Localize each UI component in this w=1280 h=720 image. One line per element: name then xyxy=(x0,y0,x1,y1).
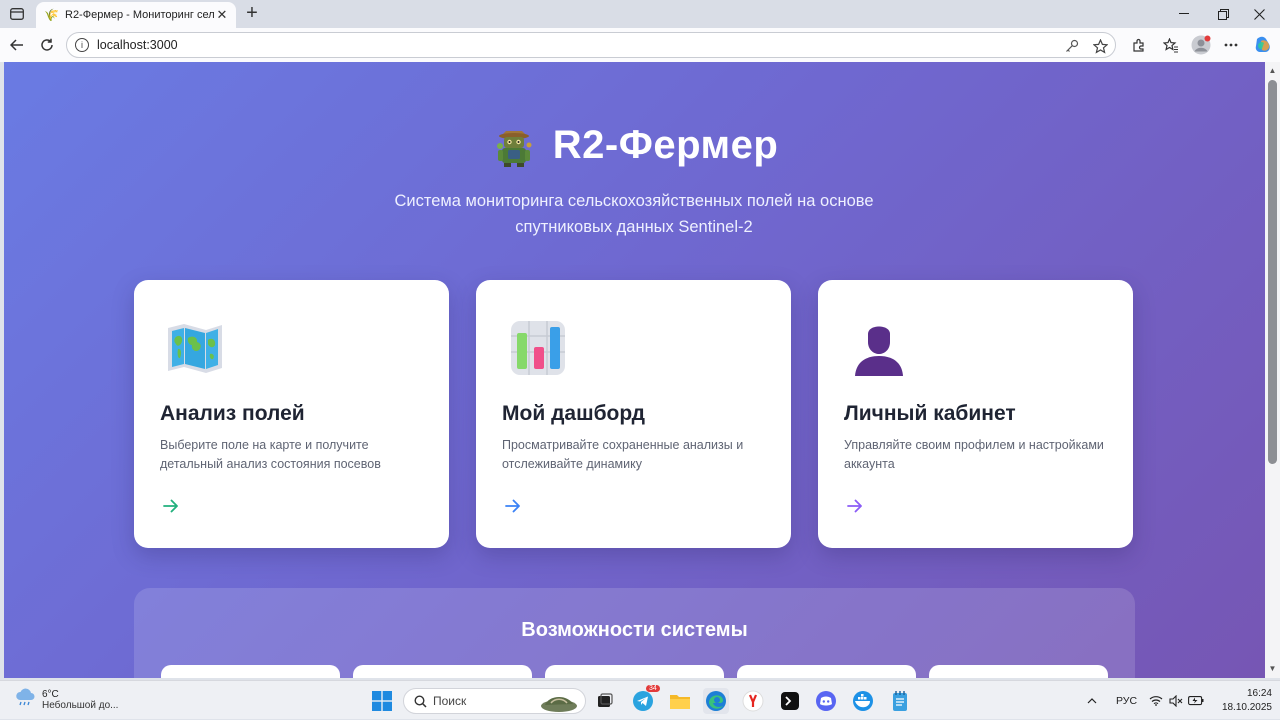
page-title: R2-Фермер xyxy=(552,122,779,167)
url-text[interactable]: localhost:3000 xyxy=(97,38,178,52)
terminal-app-icon[interactable] xyxy=(777,688,803,714)
card-description: Выберите поле на карте и получите деталь… xyxy=(160,436,430,474)
hero-header: R2-Фермер xyxy=(4,122,1265,168)
card-description: Просматривайте сохраненные анализы и отс… xyxy=(502,436,772,474)
scroll-down-arrow-icon[interactable]: ▼ xyxy=(1268,664,1277,673)
card-title: Личный кабинет xyxy=(844,402,1016,425)
minimize-button[interactable] xyxy=(1165,0,1203,28)
subtitle-line-1: Система мониторинга сельскохозяйственных… xyxy=(394,192,874,210)
task-view-icon[interactable] xyxy=(592,688,618,714)
feature-card xyxy=(545,665,724,678)
weather-widget[interactable]: 6°C Небольшой до... xyxy=(14,687,118,712)
browser-tabstrip: 🌾 R2-Фермер - Мониторинг сельс ✕ + xyxy=(0,0,1280,28)
reload-button[interactable] xyxy=(36,34,58,56)
telegram-unread-badge: 34 xyxy=(646,685,660,692)
farmer-robot-logo-icon xyxy=(491,122,537,168)
feature-card xyxy=(161,665,340,678)
card-description: Управляйте своим профилем и настройками … xyxy=(844,436,1114,474)
taskbar-search[interactable]: Поиск xyxy=(403,688,586,714)
card-description-line-1: Управляйте своим профилем и настройками xyxy=(844,438,1104,452)
more-menu-icon[interactable] xyxy=(1220,34,1242,56)
tab-close-icon[interactable]: ✕ xyxy=(214,7,230,23)
input-language[interactable]: РУС xyxy=(1116,681,1137,720)
edge-browser-icon[interactable] xyxy=(703,688,729,714)
cloud-rain-icon xyxy=(14,687,36,712)
user-silhouette-icon xyxy=(848,316,910,378)
features-title: Возможности системы xyxy=(521,619,748,641)
page-subtitle: Система мониторинга сельскохозяйственных… xyxy=(364,188,904,240)
telegram-icon[interactable]: 34 xyxy=(630,685,660,714)
card-description-line-1: Выберите поле на карте и получите xyxy=(160,438,369,452)
card-description-line-2: детальный анализ состояния посевов xyxy=(160,457,381,471)
card-title: Мой дашборд xyxy=(502,402,646,425)
feature-card xyxy=(929,665,1108,678)
arrow-right-icon[interactable] xyxy=(504,498,522,514)
scroll-up-arrow-icon[interactable]: ▲ xyxy=(1268,66,1277,75)
features-section: Возможности системы xyxy=(134,588,1135,678)
arrow-right-icon[interactable] xyxy=(846,498,864,514)
scrollbar-thumb[interactable] xyxy=(1268,80,1277,464)
key-icon[interactable] xyxy=(1065,39,1079,53)
tab-title: R2-Фермер - Мониторинг сельс xyxy=(65,9,214,21)
card-description-line-2: аккаунта xyxy=(844,457,895,471)
card-description-line-1: Просматривайте сохраненные анализы и xyxy=(502,438,744,452)
discord-icon[interactable] xyxy=(813,688,839,714)
card-personal-account[interactable]: Личный кабинет Управляйте своим профилем… xyxy=(818,280,1133,548)
page-scrollbar[interactable]: ▲ ▼ xyxy=(1265,62,1280,678)
site-info-icon[interactable]: i xyxy=(75,38,89,52)
weather-temperature: 6°C xyxy=(42,688,59,700)
file-explorer-icon[interactable] xyxy=(667,688,693,714)
volume-muted-icon[interactable] xyxy=(1169,681,1183,720)
battery-charging-icon[interactable] xyxy=(1188,681,1204,720)
tab-active[interactable]: 🌾 R2-Фермер - Мониторинг сельс ✕ xyxy=(36,2,236,28)
card-description-line-2: отслеживайте динамику xyxy=(502,457,642,471)
feature-card xyxy=(353,665,532,678)
feature-card xyxy=(737,665,916,678)
search-placeholder: Поиск xyxy=(433,694,467,708)
extensions-icon[interactable] xyxy=(1127,34,1149,56)
browser-toolbar: i localhost:3000 xyxy=(0,28,1280,62)
back-button[interactable] xyxy=(6,34,28,56)
card-dashboard[interactable]: Мой дашборд Просматривайте сохраненные а… xyxy=(476,280,791,548)
clock-time: 16:24 xyxy=(1246,688,1272,699)
windows-taskbar: 6°C Небольшой до... Поиск 34 РУС 16:24 1… xyxy=(0,680,1280,719)
copilot-icon[interactable] xyxy=(1252,34,1274,56)
new-tab-button[interactable]: + xyxy=(242,3,262,24)
subtitle-line-2: спутниковых данных Sentinel-2 xyxy=(515,218,753,236)
tab-favicon-icon: 🌾 xyxy=(44,8,59,22)
card-field-analysis[interactable]: Анализ полей Выберите поле на карте и по… xyxy=(134,280,449,548)
favorites-icon[interactable] xyxy=(1160,34,1182,56)
world-map-icon xyxy=(164,316,226,378)
restore-button[interactable] xyxy=(1204,0,1242,28)
close-window-button[interactable] xyxy=(1240,0,1278,28)
search-icon xyxy=(414,694,427,708)
favorite-star-icon[interactable] xyxy=(1093,38,1108,54)
show-hidden-icons-chevron-icon[interactable] xyxy=(1087,681,1097,720)
windows-start-icon[interactable] xyxy=(369,688,395,714)
page-viewport: R2-Фермер Система мониторинга сельскохоз… xyxy=(4,62,1265,678)
card-title: Анализ полей xyxy=(160,402,305,425)
profile-avatar[interactable] xyxy=(1190,34,1212,56)
taskbar-clock[interactable]: 16:24 18.10.2025 xyxy=(1206,687,1272,715)
weather-description: Небольшой до... xyxy=(42,699,119,711)
clock-date: 18.10.2025 xyxy=(1221,702,1272,713)
search-highlight-image-icon xyxy=(541,696,577,712)
address-bar[interactable]: i localhost:3000 xyxy=(66,32,1116,58)
wifi-icon[interactable] xyxy=(1149,681,1163,720)
tab-actions-icon[interactable] xyxy=(6,4,28,24)
bar-chart-icon xyxy=(506,316,568,378)
arrow-right-icon[interactable] xyxy=(162,498,180,514)
yandex-browser-icon[interactable] xyxy=(740,688,766,714)
notepad-icon[interactable] xyxy=(887,688,913,714)
docker-icon[interactable] xyxy=(850,688,876,714)
